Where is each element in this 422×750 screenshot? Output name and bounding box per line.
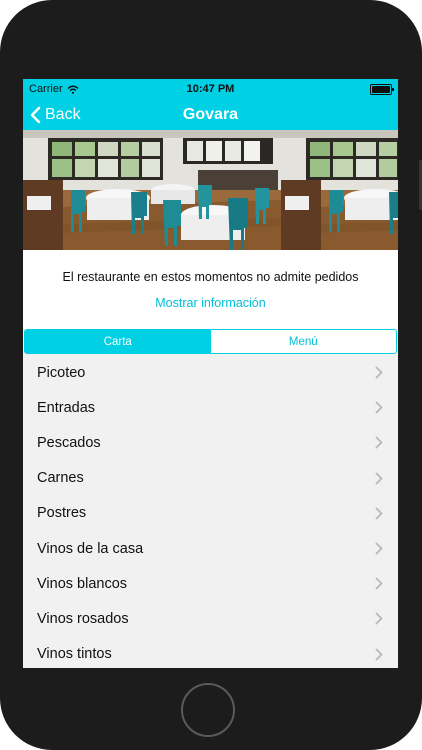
category-row[interactable]: Vinos de la casa: [23, 531, 398, 566]
back-label: Back: [45, 105, 81, 123]
carrier-label: Carrier: [29, 83, 63, 95]
category-label: Carnes: [37, 470, 84, 487]
show-info-link[interactable]: Mostrar información: [155, 296, 265, 310]
chevron-right-icon: [375, 366, 383, 379]
category-row[interactable]: Entradas: [23, 390, 398, 425]
restaurant-banner-image: [23, 130, 398, 250]
tab-carta[interactable]: Carta: [25, 330, 211, 353]
chevron-right-icon: [375, 613, 383, 625]
category-label: Entradas: [37, 399, 96, 416]
status-time: 10:47 PM: [186, 83, 235, 95]
category-label: Vinos rosados: [37, 610, 129, 627]
category-row[interactable]: Postres: [23, 496, 398, 531]
category-row[interactable]: Picoteo: [23, 355, 398, 390]
chevron-left-icon: [30, 106, 41, 123]
back-button[interactable]: Back: [30, 106, 81, 124]
navigation-bar: Back Govara: [23, 99, 398, 130]
category-list: Picoteo Entradas Pescados Carnes Postres Vino…: [23, 355, 398, 668]
phone-frame: Carrier 10:47 PM Back Govara El restaura…: [0, 0, 422, 750]
battery-icon: [370, 83, 394, 95]
chevron-right-icon: [375, 472, 383, 485]
chevron-right-icon: [375, 437, 383, 449]
category-label: Vinos blancos: [37, 575, 128, 592]
app-screen: Carrier 10:47 PM Back Govara El restaura…: [23, 79, 398, 668]
category-row[interactable]: Vinos rosados: [23, 601, 398, 636]
info-panel: El restaurante en estos momentos no admi…: [23, 250, 398, 329]
carta-menu-segmented-control: Carta Menú: [24, 329, 397, 354]
category-row[interactable]: Vinos blancos: [23, 566, 398, 601]
category-label: Postres: [37, 505, 87, 522]
tab-menu[interactable]: Menú: [211, 330, 397, 353]
category-row[interactable]: Vinos tintos: [23, 637, 398, 669]
status-bar: Carrier 10:47 PM: [23, 79, 398, 99]
wifi-icon: [67, 85, 79, 94]
chevron-right-icon: [375, 507, 383, 520]
category-row[interactable]: Carnes: [23, 461, 398, 496]
category-label: Pescados: [37, 434, 101, 451]
chevron-right-icon: [375, 542, 383, 555]
category-row[interactable]: Pescados: [23, 425, 398, 460]
category-label: Picoteo: [37, 364, 86, 381]
chevron-right-icon: [375, 401, 383, 414]
ordering-unavailable-message: El restaurante en estos momentos no admi…: [62, 270, 359, 284]
home-button[interactable]: [181, 683, 235, 737]
chevron-right-icon: [375, 648, 383, 660]
category-label: Vinos de la casa: [37, 540, 144, 557]
chevron-right-icon: [375, 577, 383, 590]
category-label: Vinos tintos: [37, 646, 112, 663]
